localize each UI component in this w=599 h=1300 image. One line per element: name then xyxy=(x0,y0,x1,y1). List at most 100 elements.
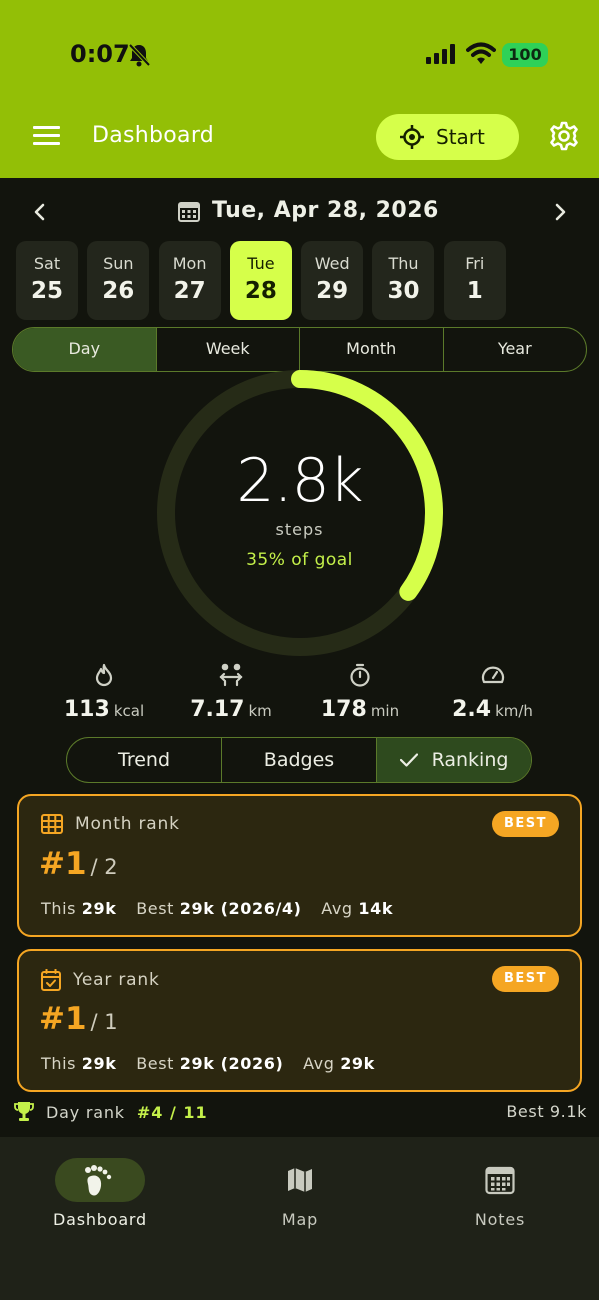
date-selector[interactable]: Tue, Apr 28, 2026 xyxy=(178,198,439,223)
this-value: 29k xyxy=(81,899,117,918)
start-button[interactable]: Start xyxy=(376,114,519,160)
day-name: Sat xyxy=(33,254,61,273)
day-number: 29 xyxy=(316,278,349,304)
stat-speed: 2.4 km/h xyxy=(430,663,555,722)
best-value: 29k (2026/4) xyxy=(179,899,302,918)
day-name: Wed xyxy=(314,254,350,273)
day-chip[interactable]: Wed 29 xyxy=(301,241,364,320)
bell-muted-icon xyxy=(128,43,150,67)
goal-percent: 35% of goal xyxy=(246,550,353,570)
day-chip[interactable]: Mon 27 xyxy=(158,241,221,320)
insight-tabs: Trend Badges Ranking xyxy=(66,737,532,783)
speed-unit: km/h xyxy=(495,702,533,720)
start-button-label: Start xyxy=(436,125,485,149)
day-name: Thu xyxy=(388,254,419,273)
day-rank-label: Day rank xyxy=(46,1102,125,1122)
tab-badges-label: Badges xyxy=(263,749,335,771)
tab-trend[interactable]: Trend xyxy=(67,738,222,782)
duration-unit: min xyxy=(370,702,400,720)
calories-value: 113 xyxy=(63,697,110,722)
month-rank-position: #1 xyxy=(39,846,87,882)
duration-value: 178 xyxy=(320,697,367,722)
steps-value: 2.8k xyxy=(236,446,363,516)
period-day[interactable]: Day xyxy=(13,328,157,371)
day-chip-selected[interactable]: Tue 28 xyxy=(229,241,292,320)
cellular-signal-icon xyxy=(426,44,455,64)
calories-unit: kcal xyxy=(113,702,145,720)
tab-badges[interactable]: Badges xyxy=(222,738,377,782)
month-rank-total: / 2 xyxy=(90,855,118,879)
day-number: 27 xyxy=(173,278,206,304)
stat-calories: 113 kcal xyxy=(45,663,163,722)
speed-value: 2.4 xyxy=(452,697,492,722)
trophy-icon xyxy=(14,1102,34,1121)
day-number: 30 xyxy=(387,278,420,304)
nav-map[interactable]: Map xyxy=(200,1137,400,1229)
distance-unit: km xyxy=(248,702,272,720)
avg-value: 14k xyxy=(358,899,394,918)
nav-dashboard-label: Dashboard xyxy=(52,1210,147,1229)
day-chip[interactable]: Sun 26 xyxy=(87,241,150,320)
footprints-icon xyxy=(85,1165,112,1196)
day-name: Tue xyxy=(247,254,275,273)
battery-indicator: 100 xyxy=(502,43,548,67)
tab-ranking[interactable]: Ranking xyxy=(377,738,531,782)
day-name: Sun xyxy=(103,254,134,273)
gear-icon[interactable] xyxy=(549,121,579,151)
year-rank-card: Year rank BEST #1/ 1 This 29k Best 29k (… xyxy=(17,949,582,1092)
current-date: Tue, Apr 28, 2026 xyxy=(212,198,439,223)
this-value: 29k xyxy=(81,1054,117,1073)
day-name: Mon xyxy=(172,254,207,273)
this-label: This xyxy=(41,1054,77,1073)
wifi-icon xyxy=(466,42,496,64)
day-number: 25 xyxy=(30,278,63,304)
tab-ranking-label: Ranking xyxy=(431,749,509,771)
day-chip[interactable]: Fri 1 xyxy=(443,241,506,320)
distance-icon xyxy=(219,663,243,687)
calendar-icon xyxy=(178,201,200,222)
page-title: Dashboard xyxy=(92,123,215,148)
best-badge: BEST xyxy=(492,811,559,837)
calendar-icon xyxy=(485,1166,515,1195)
nav-dashboard[interactable]: Dashboard xyxy=(0,1137,200,1229)
check-icon xyxy=(399,753,418,767)
year-rank-details: This 29k Best 29k (2026) Avg 29k xyxy=(41,1054,389,1073)
nav-notes[interactable]: Notes xyxy=(400,1137,599,1229)
day-strip: Sat 25 Sun 26 Mon 27 Tue 28 Wed 29 Thu 30 Fri 1 xyxy=(16,241,515,320)
stat-duration: 178 min xyxy=(300,663,420,722)
day-rank-value: #4 / 11 xyxy=(136,1102,208,1122)
map-icon xyxy=(288,1168,312,1192)
target-icon xyxy=(400,125,424,149)
distance-value: 7.17 xyxy=(190,697,245,722)
day-rank-best: Best 9.1k xyxy=(506,1102,587,1121)
previous-day-icon[interactable] xyxy=(28,200,52,224)
stopwatch-icon xyxy=(350,663,370,687)
month-rank-title: Month rank xyxy=(75,814,180,834)
period-year[interactable]: Year xyxy=(444,328,587,371)
year-rank-position: #1 xyxy=(39,1001,87,1037)
calendar-check-icon xyxy=(41,969,61,991)
speedometer-icon xyxy=(481,666,504,684)
year-rank-title: Year rank xyxy=(73,970,160,990)
app-header: 0:07 100 Dashboard Start xyxy=(0,0,599,178)
month-rank-details: This 29k Best 29k (2026/4) Avg 14k xyxy=(41,899,407,918)
grid-calendar-icon xyxy=(41,814,63,834)
day-chip[interactable]: Thu 30 xyxy=(372,241,435,320)
avg-label: Avg xyxy=(321,899,353,918)
best-badge: BEST xyxy=(492,966,559,992)
day-chip[interactable]: Sat 25 xyxy=(16,241,78,320)
status-time: 0:07 xyxy=(70,40,130,68)
best-value: 29k (2026) xyxy=(179,1054,284,1073)
best-label: Best xyxy=(136,899,175,918)
hamburger-menu-icon[interactable] xyxy=(33,124,60,146)
month-rank-card: Month rank BEST #1/ 2 This 29k Best 29k … xyxy=(17,794,582,937)
avg-label: Avg xyxy=(303,1054,335,1073)
avg-value: 29k xyxy=(340,1054,375,1073)
steps-unit: steps xyxy=(275,520,324,539)
flame-icon xyxy=(95,663,113,687)
stat-distance: 7.17 km xyxy=(172,663,290,722)
this-label: This xyxy=(41,899,77,918)
nav-notes-label: Notes xyxy=(474,1210,526,1229)
bottom-navigation: Dashboard Map Notes xyxy=(0,1137,599,1300)
next-day-icon[interactable] xyxy=(548,200,572,224)
